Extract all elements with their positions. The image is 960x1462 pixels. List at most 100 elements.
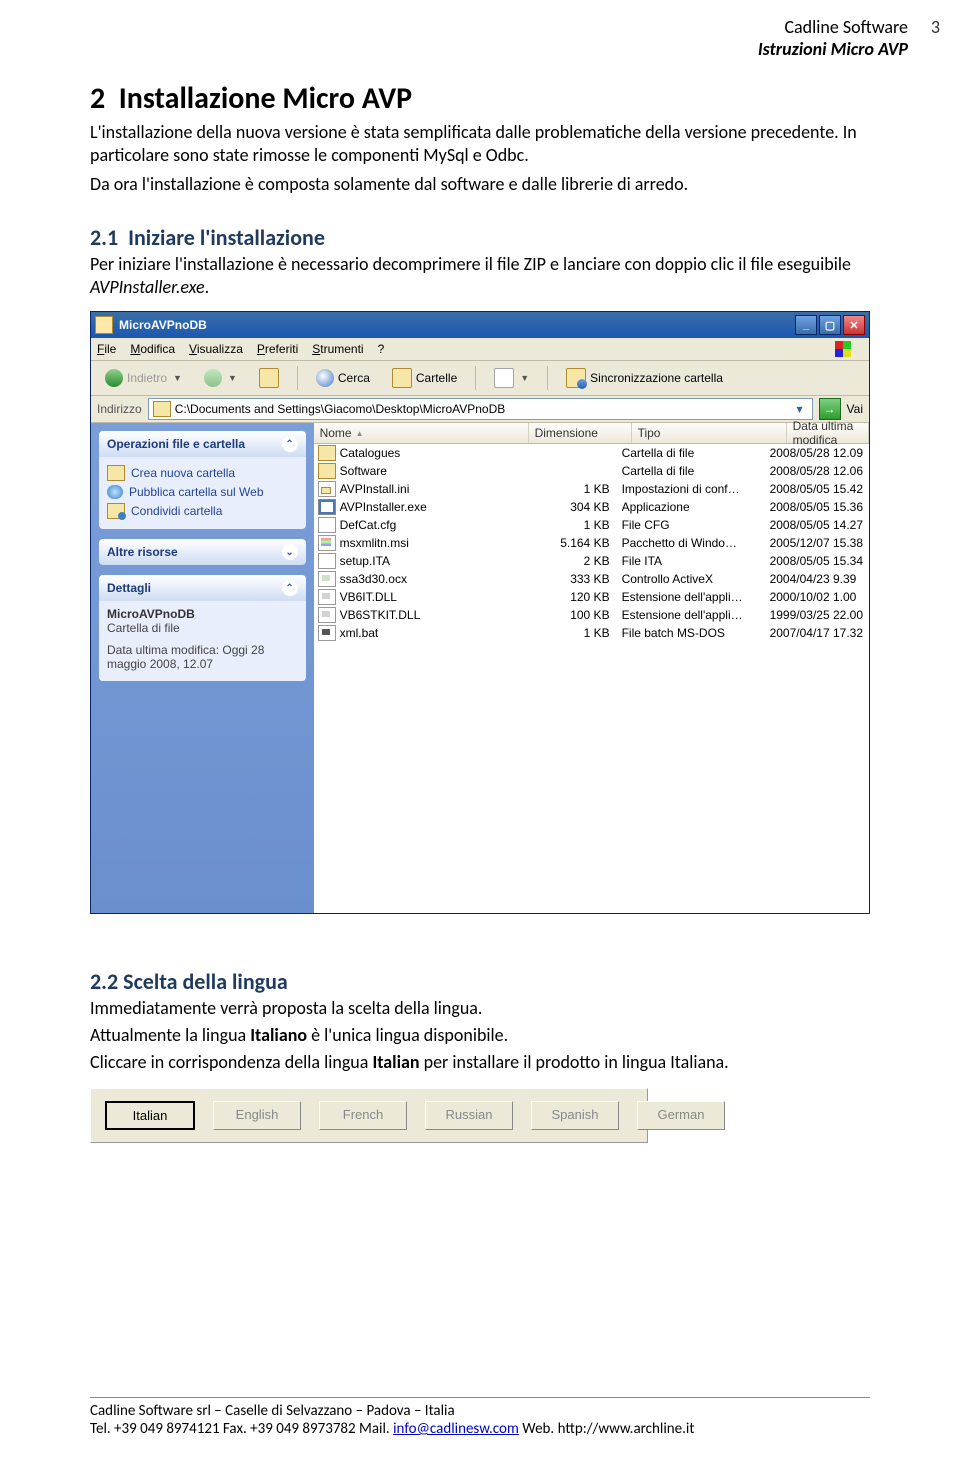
menu-file[interactable]: File bbox=[97, 342, 116, 356]
folder-icon bbox=[95, 316, 113, 334]
file-size: 120 KB bbox=[520, 590, 622, 604]
up-button[interactable] bbox=[251, 365, 287, 391]
file-type: Estensione dell'appli… bbox=[622, 590, 770, 604]
folder-icon bbox=[107, 465, 125, 481]
section-2-2-heading: 2.2 Scelta della lingua bbox=[90, 968, 870, 995]
file-row[interactable]: AVPInstaller.exe304 KBApplicazione2008/0… bbox=[314, 498, 869, 516]
maximize-button[interactable]: ▢ bbox=[819, 315, 841, 335]
file-tasks-header[interactable]: Operazioni file e cartella ⌃ bbox=[99, 431, 306, 457]
sort-ascending-icon: ▲ bbox=[356, 429, 364, 438]
file-size: 5.164 KB bbox=[520, 536, 622, 550]
file-icon bbox=[318, 535, 336, 551]
file-row[interactable]: setup.ITA2 KBFile ITA2008/05/05 15.34 bbox=[314, 552, 869, 570]
section-2-number: 2 bbox=[90, 80, 105, 117]
details-panel: Dettagli ⌃ MicroAVPnoDB Cartella di file… bbox=[99, 575, 306, 681]
footer-mail-link[interactable]: info@cadlinesw.com bbox=[393, 1420, 519, 1438]
collapse-icon: ⌃ bbox=[282, 436, 298, 452]
file-name: VB6IT.DLL bbox=[340, 590, 397, 604]
file-date: 2008/05/05 15.42 bbox=[770, 482, 869, 496]
file-name: VB6STKIT.DLL bbox=[340, 608, 421, 622]
minimize-button[interactable]: _ bbox=[795, 315, 817, 335]
address-dropdown[interactable]: ▾ bbox=[792, 402, 808, 416]
globe-icon bbox=[107, 485, 123, 499]
file-date: 2008/05/05 15.34 bbox=[770, 554, 869, 568]
file-icon bbox=[318, 571, 336, 587]
menu-strumenti[interactable]: Strumenti bbox=[312, 342, 363, 356]
lang-french: French bbox=[319, 1101, 407, 1130]
menu-help[interactable]: ? bbox=[378, 342, 385, 356]
file-date: 2008/05/05 15.36 bbox=[770, 500, 869, 514]
column-date[interactable]: Data ultima modifica bbox=[787, 423, 869, 443]
back-button[interactable]: Indietro ▼ bbox=[97, 366, 190, 390]
file-list[interactable]: CataloguesCartella di file2008/05/28 12.… bbox=[314, 444, 869, 913]
lang-italian[interactable]: Italian bbox=[105, 1101, 195, 1130]
address-input[interactable]: C:\Documents and Settings\Giacomo\Deskto… bbox=[148, 398, 813, 420]
window-titlebar[interactable]: MicroAVPnoDB _ ▢ ✕ bbox=[91, 312, 869, 338]
file-row[interactable]: ssa3d30.ocx333 KBControllo ActiveX2004/0… bbox=[314, 570, 869, 588]
file-name: xml.bat bbox=[340, 626, 379, 640]
file-name: AVPInstaller.exe bbox=[340, 500, 427, 514]
menu-modifica[interactable]: Modifica bbox=[130, 342, 175, 356]
file-row[interactable]: SoftwareCartella di file2008/05/28 12.06 bbox=[314, 462, 869, 480]
details-header[interactable]: Dettagli ⌃ bbox=[99, 575, 306, 601]
file-row[interactable]: VB6STKIT.DLL100 KBEstensione dell'appli…… bbox=[314, 606, 869, 624]
task-share[interactable]: Condividi cartella bbox=[107, 501, 298, 521]
sync-button[interactable]: Sincronizzazione cartella bbox=[558, 365, 731, 391]
column-size[interactable]: Dimensione bbox=[529, 423, 632, 443]
address-label: Indirizzo bbox=[97, 402, 142, 416]
file-row[interactable]: CataloguesCartella di file2008/05/28 12.… bbox=[314, 444, 869, 462]
file-type: Controllo ActiveX bbox=[622, 572, 770, 586]
file-date: 2008/05/05 14.27 bbox=[770, 518, 869, 532]
folders-button[interactable]: Cartelle bbox=[384, 365, 465, 391]
file-date: 1999/03/25 22.00 bbox=[770, 608, 869, 622]
window-title: MicroAVPnoDB bbox=[119, 318, 795, 332]
file-icon bbox=[318, 463, 336, 479]
other-resources-header[interactable]: Altre risorse ⌄ bbox=[99, 539, 306, 565]
file-name: DefCat.cfg bbox=[340, 518, 397, 532]
file-size: 333 KB bbox=[520, 572, 622, 586]
collapse-icon: ⌃ bbox=[282, 580, 298, 596]
other-resources-panel: Altre risorse ⌄ bbox=[99, 539, 306, 565]
file-type: Estensione dell'appli… bbox=[622, 608, 770, 622]
file-row[interactable]: msxmlitn.msi5.164 KBPacchetto di Windo…2… bbox=[314, 534, 869, 552]
expand-icon: ⌄ bbox=[282, 544, 298, 560]
task-publish-web[interactable]: Pubblica cartella sul Web bbox=[107, 483, 298, 501]
file-row[interactable]: VB6IT.DLL 120 KBEstensione dell'appli…200… bbox=[314, 588, 869, 606]
search-button[interactable]: Cerca bbox=[308, 366, 378, 390]
file-date: 2000/10/02 1.00 bbox=[770, 590, 869, 604]
file-size: 1 KB bbox=[520, 482, 622, 496]
forward-icon bbox=[204, 369, 222, 387]
views-button[interactable]: ▼ bbox=[486, 365, 537, 391]
column-name[interactable]: Nome ▲ bbox=[314, 423, 529, 443]
section-2-paragraph-2: Da ora l'installazione è composta solame… bbox=[90, 173, 870, 196]
header-subtitle: Istruzioni Micro AVP bbox=[758, 38, 908, 60]
menu-preferiti[interactable]: Preferiti bbox=[257, 342, 298, 356]
column-type[interactable]: Tipo bbox=[632, 423, 787, 443]
lang-russian: Russian bbox=[425, 1101, 513, 1130]
footer-web: http://www.archline.it bbox=[558, 1420, 695, 1438]
task-new-folder[interactable]: Crea nuova cartella bbox=[107, 463, 298, 483]
section-2-2-p1: Immediatamente verrà proposta la scelta … bbox=[90, 997, 870, 1020]
folder-icon bbox=[153, 401, 171, 417]
file-type: Impostazioni di conf… bbox=[622, 482, 770, 496]
file-icon bbox=[318, 517, 336, 533]
footer-line-1: Cadline Software srl – Caselle di Selvaz… bbox=[90, 1402, 870, 1420]
back-icon bbox=[105, 369, 123, 387]
file-type: File CFG bbox=[622, 518, 770, 532]
close-button[interactable]: ✕ bbox=[843, 315, 865, 335]
section-2-paragraph-1: L'installazione della nuova versione è s… bbox=[90, 121, 870, 167]
chevron-down-icon: ▼ bbox=[173, 373, 182, 383]
forward-button[interactable]: ▼ bbox=[196, 366, 245, 390]
file-icon bbox=[318, 445, 336, 461]
address-path: C:\Documents and Settings\Giacomo\Deskto… bbox=[175, 402, 788, 416]
file-row[interactable]: xml.bat1 KBFile batch MS-DOS2007/04/17 1… bbox=[314, 624, 869, 642]
file-row[interactable]: AVPInstall.ini1 KBImpostazioni di conf…2… bbox=[314, 480, 869, 498]
go-button[interactable]: → bbox=[819, 398, 841, 420]
file-row[interactable]: DefCat.cfg1 KBFile CFG2008/05/05 14.27 bbox=[314, 516, 869, 534]
file-type: File batch MS-DOS bbox=[622, 626, 770, 640]
menu-visualizza[interactable]: Visualizza bbox=[189, 342, 243, 356]
file-name: setup.ITA bbox=[340, 554, 390, 568]
file-type: File ITA bbox=[622, 554, 770, 568]
lang-german: German bbox=[637, 1101, 725, 1130]
separator bbox=[475, 366, 476, 390]
